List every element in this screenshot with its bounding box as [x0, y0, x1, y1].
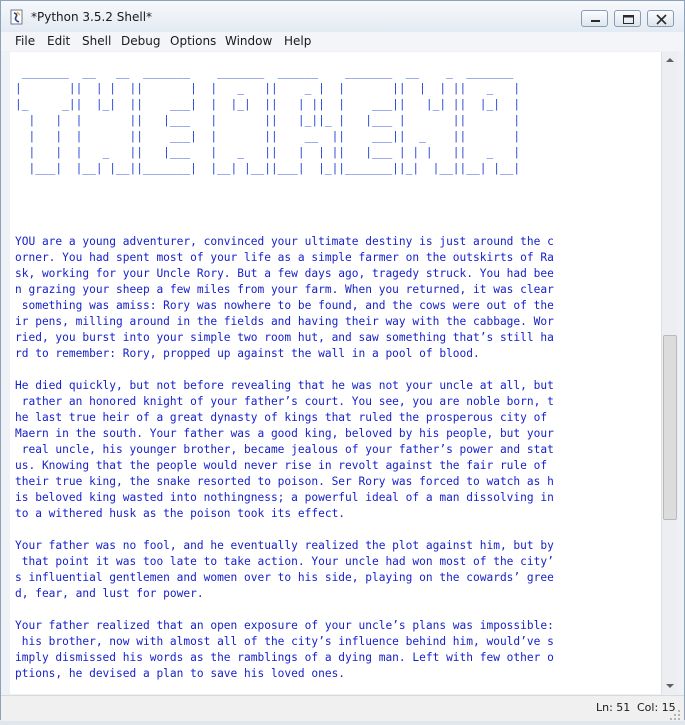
menu-file[interactable]: File	[15, 34, 35, 48]
banner-line: |_ _|| |_| || ___| | |_| || | || | ___||…	[15, 98, 521, 111]
story-line: ried, you burst into your simple two roo…	[15, 331, 554, 344]
story-line: YOU are a young adventurer, convinced yo…	[15, 235, 554, 248]
arrow-down-icon	[666, 684, 674, 688]
menu-debug[interactable]: Debug	[121, 34, 160, 48]
banner-line: | | | || ___| | || __ || ___|| _ || |	[15, 130, 521, 143]
story-line: his brother, now with almost all of the …	[15, 635, 554, 648]
scroll-up-button[interactable]	[662, 52, 678, 68]
line-number: Ln: 51	[596, 701, 631, 714]
menu-options[interactable]: Options	[170, 34, 216, 48]
story-line: orner. You had spent most of your life a…	[15, 251, 554, 264]
ascii-banner: _______ __ __ _______ _______ ______ ___…	[15, 66, 521, 211]
vertical-scrollbar[interactable]	[661, 52, 678, 694]
maximize-button[interactable]	[614, 10, 641, 27]
banner-line: | | | || |___ | || |_||_ | |___ | || |	[15, 114, 521, 127]
story-line: us. Knowing that the people would never …	[15, 459, 548, 472]
story-line: that point it was too late to take actio…	[15, 555, 554, 568]
story-line: d, fear, and lust for power.	[15, 587, 204, 600]
menu-edit[interactable]: Edit	[47, 34, 70, 48]
banner-line	[15, 195, 520, 211]
story-line: Maern in the south. Your father was a go…	[15, 427, 554, 440]
story-line: rather an honored knight of your father’…	[15, 395, 554, 408]
minimize-button[interactable]	[581, 10, 608, 27]
story-line: ptions, he devised a plan to save his lo…	[15, 667, 346, 680]
story-line: imply dismissed his words as the ramblin…	[15, 651, 554, 664]
banner-line: | | | _ || |___ | _ || | | || |___ | | |…	[15, 146, 521, 159]
story-line: ir pens, milling around in the fields an…	[15, 315, 554, 328]
story-line: something was amiss: Rory was nowhere to…	[15, 299, 554, 312]
maximize-icon	[623, 15, 634, 24]
close-button[interactable]	[647, 10, 674, 27]
story-line: He died quickly, but not before revealin…	[15, 379, 554, 392]
banner-line: _______ __ __ _______ _______ ______ ___…	[15, 66, 521, 79]
story-line: sk, working for your Uncle Rory. But a f…	[15, 267, 554, 280]
scroll-down-button[interactable]	[662, 678, 678, 694]
shell-text-area[interactable]: _______ __ __ _______ _______ ______ ___…	[10, 52, 661, 694]
idle-shell-window: *Python 3.5.2 Shell* File Edit Shell Deb…	[0, 0, 685, 721]
banner-line	[15, 179, 520, 195]
scrollbar-thumb[interactable]	[663, 335, 677, 520]
minimize-icon	[591, 20, 600, 22]
story-line: real uncle, his younger brother, became …	[15, 443, 554, 456]
story-line: Your father was no fool, and he eventual…	[15, 539, 554, 552]
story-line: Your father realized that an open exposu…	[15, 619, 554, 632]
python-feather-icon	[9, 9, 25, 25]
arrow-up-icon	[666, 58, 674, 62]
banner-line: |___| |__| |__||_______| |__| |__||___| …	[15, 162, 521, 175]
status-bar: Ln: 51 Col: 15	[1, 695, 684, 721]
story-line: rd to remember: Rory, propped up against…	[15, 347, 480, 360]
story-text: YOU are a young adventurer, convinced yo…	[15, 234, 661, 682]
window-title: *Python 3.5.2 Shell*	[31, 10, 153, 24]
story-line: their true king, the snake resorted to p…	[15, 475, 554, 488]
title-bar[interactable]: *Python 3.5.2 Shell*	[1, 1, 684, 32]
banner-line: | || | | || | | _ || _ | | || | | || _ |	[15, 82, 521, 95]
story-line: n grazing your sheep a few miles from yo…	[15, 283, 554, 296]
story-line: s influential gentlemen and women over t…	[15, 571, 554, 584]
menu-shell[interactable]: Shell	[82, 34, 111, 48]
story-line: he last true heir of a great dynasty of …	[15, 411, 548, 424]
menu-bar: File Edit Shell Debug Options Window Hel…	[1, 32, 684, 51]
resize-grip-icon[interactable]	[669, 706, 681, 725]
close-icon	[656, 14, 667, 25]
menu-help[interactable]: Help	[284, 34, 311, 48]
story-line: to a withered husk as the poison took it…	[15, 507, 346, 520]
story-line: is beloved king wasted into nothingness;…	[15, 491, 554, 504]
menu-window[interactable]: Window	[225, 34, 272, 48]
